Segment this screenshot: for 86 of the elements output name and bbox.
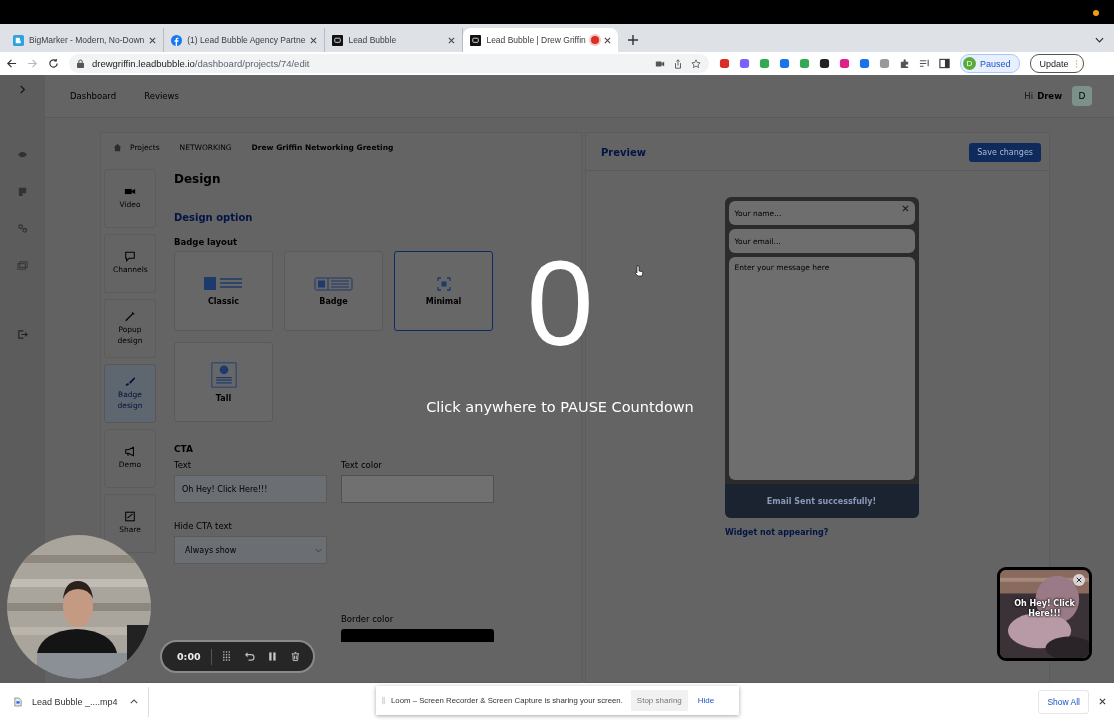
countdown-number: 0 (526, 243, 594, 363)
layout-option[interactable]: Minimal (394, 251, 493, 331)
update-label: Update (1039, 58, 1069, 69)
share-icon[interactable] (673, 58, 683, 69)
update-button[interactable]: Update (1029, 54, 1084, 73)
chevron-right-icon[interactable] (17, 84, 28, 95)
help-link[interactable]: Widget not appearing? (725, 528, 829, 537)
close-icon[interactable] (1073, 574, 1085, 586)
extension-icon[interactable] (819, 58, 830, 69)
stop-sharing-button[interactable]: Stop sharing (630, 690, 688, 711)
close-icon[interactable] (603, 36, 611, 44)
user-name: Drew (1037, 91, 1062, 101)
show-all-button[interactable]: Show All (1038, 689, 1089, 714)
layout-badge-icon (313, 276, 354, 291)
section-title: Design (174, 172, 222, 186)
layout-option[interactable]: Classic (174, 251, 273, 331)
tab-title: BigMarker - Modern, No-Down (29, 35, 145, 45)
section-subtitle: Design option (174, 212, 254, 223)
chevron-down-icon (315, 547, 322, 553)
back-icon[interactable] (6, 58, 17, 69)
field-label: Text color (341, 460, 383, 470)
preview-title: Preview (601, 147, 646, 158)
color-field[interactable] (341, 475, 494, 503)
address-bar[interactable]: drewgriffin.leadbubble.io/dashboard/projects/74/edit (69, 54, 709, 73)
browser-tab[interactable]: Lead Bubble | Drew Griffin (463, 28, 618, 52)
chat-icon (470, 34, 482, 46)
playlist-icon[interactable] (919, 58, 930, 69)
undo-icon[interactable] (244, 651, 256, 662)
field-label: Hide CTA text (174, 521, 233, 531)
app-icon (13, 34, 24, 46)
logout-icon[interactable] (17, 329, 28, 340)
close-icon[interactable] (149, 36, 157, 44)
select-field[interactable]: Always show (174, 536, 327, 564)
chat-icon (332, 34, 344, 46)
puzzle-icon[interactable] (899, 58, 910, 69)
sidebar-icon[interactable] (939, 58, 950, 69)
chevron-down-icon[interactable] (1095, 37, 1104, 43)
trash-icon[interactable] (290, 651, 301, 662)
avatar: D (963, 57, 976, 70)
nav-link[interactable]: Reviews (144, 91, 179, 101)
save-button[interactable]: Save changes (969, 143, 1041, 162)
hide-button[interactable]: Hide (693, 696, 719, 705)
layout-option[interactable]: Badge (284, 251, 383, 331)
wand-icon (124, 311, 136, 323)
facebook-icon (171, 34, 183, 46)
layout-option[interactable]: Tall (174, 342, 273, 422)
nav-link[interactable]: Dashboard (70, 91, 117, 101)
file-icon (14, 696, 22, 707)
share-icon (124, 511, 136, 523)
profile-button[interactable]: D Paused (960, 54, 1020, 73)
countdown-hint[interactable]: Click anywhere to PAUSE Countdown (426, 399, 694, 415)
drag-handle-icon[interactable] (382, 696, 385, 705)
reload-icon[interactable] (48, 58, 59, 69)
tab-title: Lead Bubble | Drew Griffin (486, 35, 586, 45)
close-icon[interactable] (448, 36, 456, 44)
section-title: CTA (174, 444, 194, 454)
pause-icon[interactable] (267, 651, 279, 662)
cursor-icon (634, 265, 644, 277)
layout-classic-icon (203, 276, 244, 291)
field-label: Badge layout (174, 237, 238, 247)
status-dot-icon (1093, 10, 1099, 16)
grid-icon[interactable] (221, 651, 233, 662)
chat-icon (124, 251, 136, 263)
lock-icon (77, 59, 84, 68)
status-bar: Email Sent successfully! (724, 484, 919, 518)
profile-status: Paused (980, 58, 1011, 69)
user-avatar[interactable]: D (1072, 86, 1092, 106)
timer: 0:00 (177, 651, 201, 662)
megaphone-icon (124, 446, 136, 458)
chevron-up-icon[interactable] (129, 699, 138, 704)
brush-icon (124, 376, 136, 388)
download-file-name[interactable]: Lead Bubble _....mp4 (32, 696, 118, 707)
tab-title: (1) Lead Bubble Agency Partne (187, 35, 306, 45)
new-tab-icon[interactable] (627, 35, 638, 45)
home-icon[interactable] (113, 142, 122, 152)
close-icon[interactable] (1099, 698, 1106, 705)
tab-title: Lead Bubble (348, 35, 398, 45)
layout-tall-icon (210, 361, 237, 388)
url-text: drewgriffin.leadbubble.io/dashboard/projects/74/edit (92, 58, 310, 69)
field-label: Border color (341, 614, 395, 624)
text-field[interactable]: Oh Hey! Click Here!!! (174, 475, 327, 503)
greeting-text: Hi (1024, 91, 1034, 101)
close-icon[interactable] (310, 36, 318, 44)
star-icon[interactable] (691, 58, 701, 69)
field-label: Text (174, 460, 193, 470)
color-swatch[interactable] (341, 629, 494, 642)
